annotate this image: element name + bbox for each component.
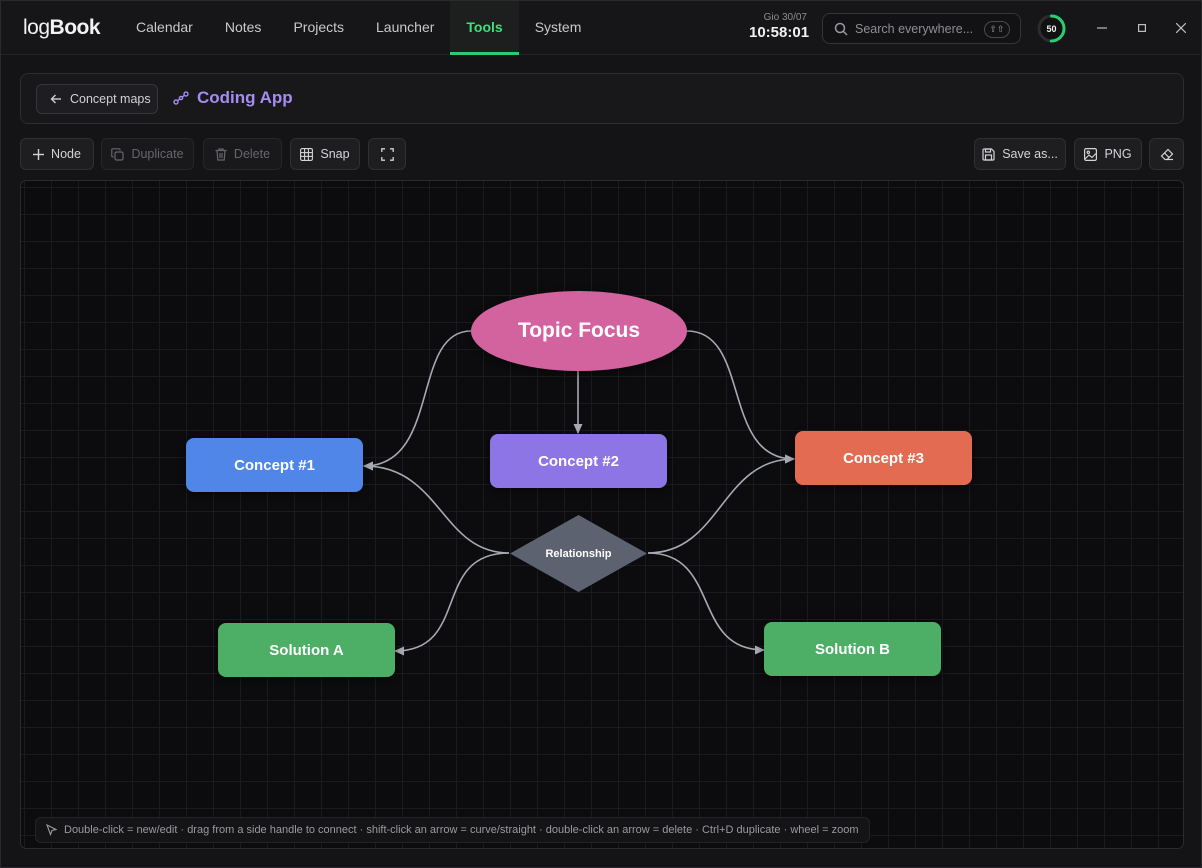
edge-relationship-to-concept-3[interactable] xyxy=(647,454,795,554)
nav-projects[interactable]: Projects xyxy=(277,1,360,55)
delete-label: Delete xyxy=(233,147,271,161)
search-icon xyxy=(834,22,848,36)
back-to-concept-maps-button[interactable]: Concept maps xyxy=(36,84,158,114)
progress-ring-value: 50 xyxy=(1046,23,1057,34)
logo-light-text: log xyxy=(23,15,50,39)
edge-topic-to-concept-3[interactable] xyxy=(686,330,795,464)
clock: Gio 30/07 10:58:01 xyxy=(749,12,810,42)
node-concept-3[interactable]: Concept #3 xyxy=(795,431,972,485)
edge-relationship-to-solution-a[interactable] xyxy=(394,552,510,656)
close-icon xyxy=(1176,23,1186,33)
export-png-label: PNG xyxy=(1104,147,1132,161)
help-hint-text: Double-click = new/edit · drag from a si… xyxy=(64,824,859,836)
node-topic-focus[interactable]: Topic Focus xyxy=(471,291,687,371)
search-shortcut-badge: ⇧⇧ xyxy=(984,21,1010,38)
edge-relationship-to-concept-1[interactable] xyxy=(363,461,510,554)
minimize-button[interactable] xyxy=(1089,15,1115,41)
node-solution-a[interactable]: Solution A xyxy=(218,623,395,677)
maximize-button[interactable] xyxy=(1129,15,1155,41)
copy-icon xyxy=(111,147,125,161)
concept-map-canvas[interactable]: Topic Focus Concept #1 Concept #2 Concep… xyxy=(20,180,1184,849)
grid-icon xyxy=(300,147,314,161)
minimize-icon xyxy=(1097,27,1107,29)
node-solution-b[interactable]: Solution B xyxy=(764,622,941,676)
node-relationship-label: Relationship xyxy=(545,547,612,560)
duplicate-button[interactable]: Duplicate xyxy=(101,138,194,170)
export-png-button[interactable]: PNG xyxy=(1074,138,1142,170)
add-node-label: Node xyxy=(51,147,81,161)
fit-view-button[interactable] xyxy=(368,138,406,170)
save-as-button[interactable]: Save as... xyxy=(974,138,1066,170)
nav-launcher[interactable]: Launcher xyxy=(360,1,450,55)
trash-icon xyxy=(215,147,227,161)
app-window: log Book Calendar Notes Projects Launcher… xyxy=(0,0,1202,868)
clock-date: Gio 30/07 xyxy=(763,12,807,23)
logo-bold-text: Book xyxy=(49,15,101,39)
duplicate-label: Duplicate xyxy=(131,147,184,161)
image-icon xyxy=(1084,147,1098,161)
top-bar: log Book Calendar Notes Projects Launcher… xyxy=(1,0,1201,55)
cursor-pointer-icon xyxy=(46,824,57,836)
back-button-label: Concept maps xyxy=(70,92,151,106)
clear-canvas-button[interactable] xyxy=(1149,138,1184,170)
nav-tools[interactable]: Tools xyxy=(450,0,519,55)
arrow-left-icon xyxy=(50,94,61,104)
save-as-label: Save as... xyxy=(1002,147,1058,161)
save-icon xyxy=(982,147,995,161)
snap-label: Snap xyxy=(320,147,350,161)
add-node-button[interactable]: Node xyxy=(20,138,94,170)
node-relationship[interactable]: Relationship xyxy=(509,514,648,593)
progress-ring[interactable]: 50 xyxy=(1036,13,1067,44)
page-title-text: Coding App xyxy=(197,88,293,107)
close-button[interactable] xyxy=(1168,15,1194,41)
delete-button[interactable]: Delete xyxy=(203,138,282,170)
help-hint-bar: Double-click = new/edit · drag from a si… xyxy=(35,817,870,843)
node-concept-2[interactable]: Concept #2 xyxy=(490,434,667,488)
snap-toggle[interactable]: Snap xyxy=(290,138,360,170)
fullscreen-icon xyxy=(380,147,394,161)
global-search[interactable]: ⇧⇧ xyxy=(822,13,1021,44)
main-nav: Calendar Notes Projects Launcher Tools S… xyxy=(120,0,598,55)
maximize-icon xyxy=(1138,24,1146,32)
edge-topic-to-concept-1[interactable] xyxy=(363,330,472,471)
eraser-icon xyxy=(1160,148,1173,160)
edge-relationship-to-solution-b[interactable] xyxy=(647,552,765,655)
nav-notes[interactable]: Notes xyxy=(209,1,278,55)
breadcrumb: Concept maps Coding App xyxy=(20,73,1184,124)
node-concept-1[interactable]: Concept #1 xyxy=(186,438,363,492)
search-input[interactable] xyxy=(855,21,983,36)
nav-calendar[interactable]: Calendar xyxy=(120,1,209,55)
logo: log Book xyxy=(23,15,101,40)
nav-system[interactable]: System xyxy=(519,1,598,55)
plus-icon xyxy=(33,148,45,160)
clock-time: 10:58:01 xyxy=(749,24,810,41)
page-title: Coding App xyxy=(173,88,293,108)
concept-map-icon xyxy=(173,91,189,105)
